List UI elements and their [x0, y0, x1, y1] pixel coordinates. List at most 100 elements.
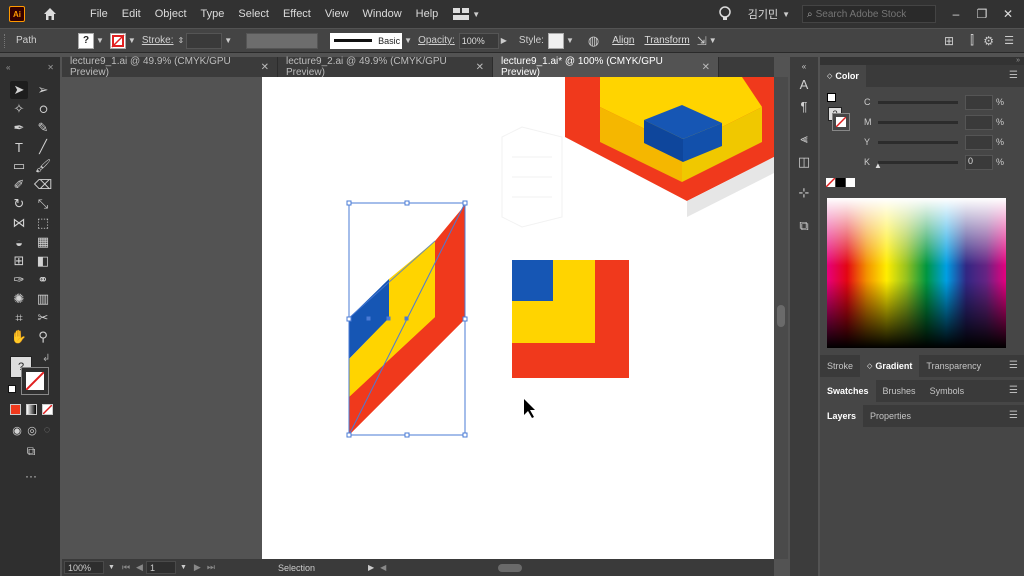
panel-collapse-bar[interactable]: » [820, 57, 1024, 65]
panel-menu-icon[interactable]: ☰ [1009, 70, 1018, 81]
minimize-button[interactable]: – [946, 7, 966, 21]
brush-definition[interactable] [246, 32, 319, 49]
recolor-artwork-icon[interactable]: ◍ [588, 33, 599, 49]
blend-tool-icon[interactable]: ⚭ [34, 271, 52, 289]
slider-thumb-icon[interactable]: ▲ [874, 161, 882, 170]
rotate-tool-icon[interactable]: ↻ [10, 195, 28, 213]
black-color-swatch[interactable] [836, 178, 845, 187]
default-colors-icon[interactable] [8, 385, 16, 393]
artboard-tool-icon[interactable]: ⌗ [10, 309, 28, 327]
scroll-thumb[interactable] [498, 563, 523, 572]
chevron-down-icon[interactable]: ▼ [108, 564, 115, 571]
magenta-value[interactable] [965, 114, 993, 130]
free-transform-tool-icon[interactable]: ⬚ [34, 214, 52, 232]
tab-stroke[interactable]: Stroke [820, 355, 860, 377]
curvature-tool-icon[interactable]: ✎ [34, 119, 52, 137]
resize-handle[interactable] [346, 432, 352, 438]
user-name[interactable]: 김기민 [748, 6, 778, 22]
chevron-down-icon[interactable]: ▼ [180, 564, 187, 571]
chevron-down-icon[interactable]: ▼ [404, 36, 412, 45]
tab-symbols[interactable]: Symbols [923, 380, 972, 402]
shaper-tool-icon[interactable]: ✐ [10, 176, 28, 194]
first-artboard-icon[interactable]: ⏮ [122, 562, 130, 573]
slice-tool-icon[interactable]: ✂ [34, 309, 52, 327]
tab-transparency[interactable]: Transparency [919, 355, 988, 377]
stroke-swatch[interactable] [21, 367, 49, 395]
stroke-weight-input[interactable] [186, 32, 223, 49]
graphic-style-swatch[interactable] [547, 32, 564, 49]
document-tab-active[interactable]: lecture9_1.ai* @ 100% (CMYK/GPU Preview)… [493, 56, 719, 78]
pathfinder-panel-icon[interactable]: ◫ [796, 154, 812, 170]
more-options-icon[interactable]: ⚙ [983, 34, 994, 48]
magenta-slider[interactable]: M % [820, 113, 1024, 131]
lightbulb-icon[interactable] [718, 6, 732, 22]
vertical-scrollbar[interactable] [774, 77, 788, 559]
direct-selection-tool-icon[interactable]: ➢ [34, 81, 52, 99]
lasso-tool-icon[interactable]: ഠ [34, 100, 52, 118]
hand-tool-icon[interactable]: ✋ [10, 328, 28, 346]
align-panel-icon[interactable]: ⫷ [796, 131, 812, 147]
resize-handle[interactable] [404, 432, 410, 438]
none-color-swatch[interactable] [825, 177, 836, 188]
menu-type[interactable]: Type [194, 8, 232, 20]
chevron-down-icon[interactable]: ▼ [224, 36, 232, 45]
resize-handle[interactable] [462, 200, 468, 206]
document-tab[interactable]: lecture9_2.ai @ 49.9% (CMYK/GPU Preview)… [278, 56, 493, 78]
scroll-thumb[interactable] [777, 305, 785, 327]
zoom-field[interactable]: 100% [64, 561, 104, 574]
magic-wand-tool-icon[interactable]: ✧ [10, 100, 28, 118]
menu-edit[interactable]: Edit [115, 8, 148, 20]
chevron-down-icon[interactable]: ▼ [128, 36, 136, 45]
gradient-mode-icon[interactable] [26, 404, 37, 415]
tab-layers[interactable]: Layers [820, 405, 864, 427]
next-artboard-icon[interactable]: ▶ [194, 562, 201, 573]
chevron-right-icon[interactable]: ▶ [501, 36, 507, 45]
tab-color[interactable]: ◇ Color [820, 65, 866, 87]
distribute-icon[interactable]: ⫿ [970, 33, 974, 48]
isometric-shape[interactable] [565, 77, 774, 217]
status-menu-icon[interactable]: ▶ [368, 563, 374, 572]
width-tool-icon[interactable]: ⋈ [10, 214, 28, 232]
color-mode-icon[interactable] [10, 404, 21, 415]
artboard-number-field[interactable]: 1 [145, 561, 176, 574]
tab-properties[interactable]: Properties [863, 405, 918, 427]
color-spectrum[interactable] [827, 198, 1006, 348]
menu-help[interactable]: Help [409, 8, 446, 20]
opacity-input[interactable] [458, 32, 499, 49]
menu-effect[interactable]: Effect [276, 8, 318, 20]
cyan-value[interactable] [965, 94, 993, 110]
stroke-label[interactable]: Stroke: [142, 35, 174, 46]
document-tab[interactable]: lecture9_1.ai @ 49.9% (CMYK/GPU Preview)… [62, 56, 278, 78]
menu-object[interactable]: Object [148, 8, 194, 20]
stroke-color-swatch[interactable] [109, 32, 126, 49]
type-tool-icon[interactable]: T [10, 138, 28, 156]
close-icon[interactable]: ✕ [702, 62, 710, 73]
previous-artboard-icon[interactable]: ◀ [136, 562, 143, 573]
draw-inside-icon[interactable]: ◌ [38, 421, 56, 439]
resize-handle[interactable] [404, 200, 410, 206]
horizontal-scrollbar[interactable] [390, 563, 660, 573]
pen-tool-icon[interactable]: ✒ [10, 119, 28, 137]
panel-menu-icon[interactable]: ☰ [1009, 385, 1018, 396]
chevron-down-icon[interactable]: ▼ [566, 36, 574, 45]
line-tool-icon[interactable]: ╱ [34, 138, 52, 156]
more-tools-icon[interactable]: ··· [22, 467, 40, 485]
menu-window[interactable]: Window [356, 8, 409, 20]
menu-file[interactable]: File [83, 8, 115, 20]
panel-menu-icon[interactable]: ☰ [1004, 34, 1014, 47]
transform-panel-icon[interactable]: ⊹ [796, 185, 812, 201]
shape-builder-tool-icon[interactable]: ◒ [10, 233, 28, 251]
column-graph-tool-icon[interactable]: ▥ [34, 290, 52, 308]
resize-handle[interactable] [462, 316, 468, 322]
close-icon[interactable]: ✕ [476, 62, 484, 73]
tab-brushes[interactable]: Brushes [876, 380, 923, 402]
chevron-down-icon[interactable]: ▼ [96, 36, 104, 45]
selection-tool-icon[interactable]: ➤ [10, 81, 28, 99]
transform-button[interactable]: Transform [644, 35, 689, 46]
scale-tool-icon[interactable]: ⤡ [34, 195, 52, 213]
tab-swatches[interactable]: Swatches [820, 380, 876, 402]
expand-panels-icon[interactable]: « [796, 58, 812, 74]
character-panel-icon[interactable]: A [796, 76, 812, 92]
gradient-tool-icon[interactable]: ◧ [34, 252, 52, 270]
arrange-documents-button[interactable]: ▼ [453, 8, 480, 20]
